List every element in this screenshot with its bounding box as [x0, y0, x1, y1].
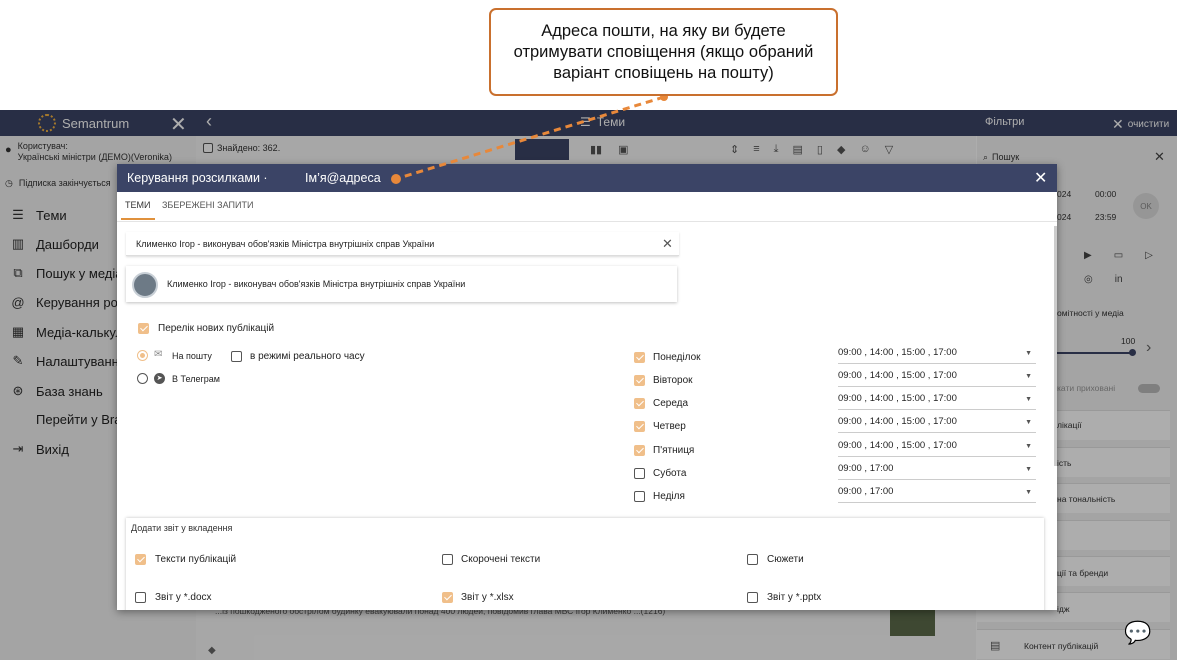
- arrow-line: [398, 95, 665, 180]
- annotation-callout: Адреса пошти, на яку ви будете отримуват…: [489, 8, 838, 96]
- annotation-arrow: [391, 93, 668, 184]
- arrow-end-dot: [391, 174, 401, 184]
